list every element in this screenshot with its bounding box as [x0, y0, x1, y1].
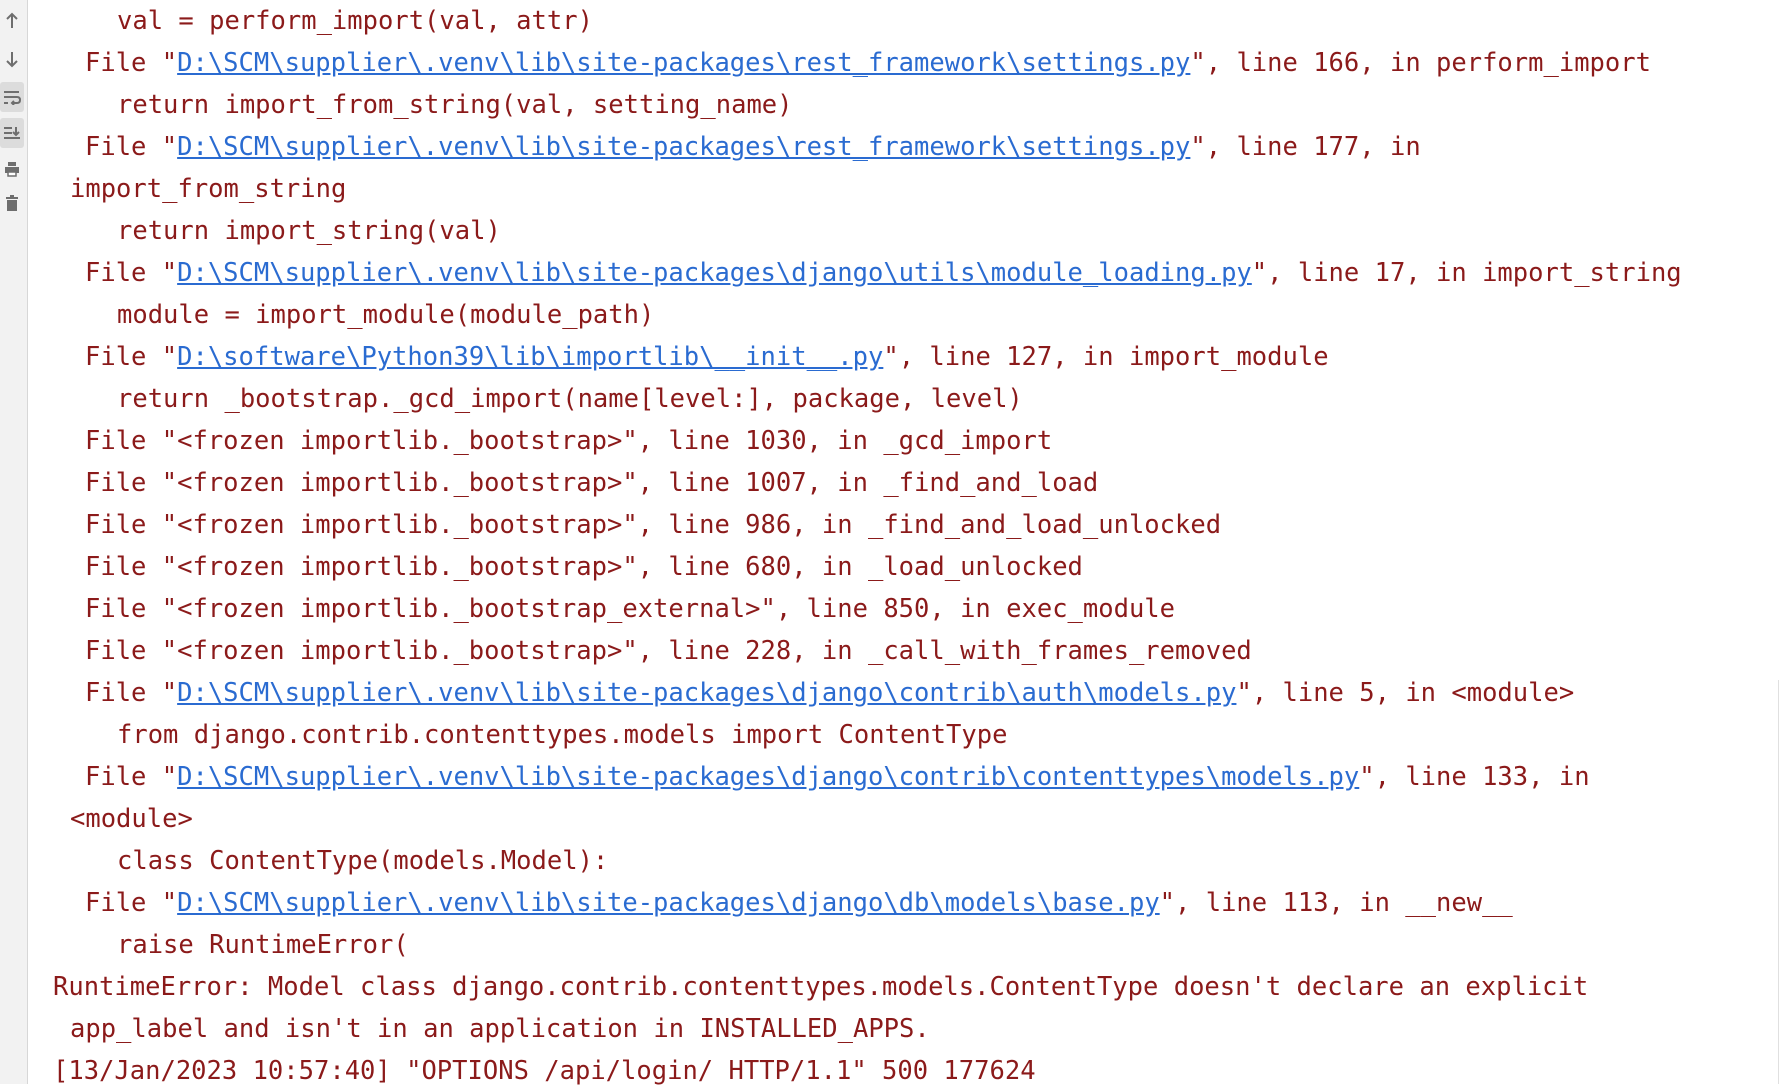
console-text: app_label and isn't in an application in… — [70, 1014, 930, 1044]
console-line: return _bootstrap._gcd_import(name[level… — [53, 378, 1789, 420]
console-text: <module> — [70, 804, 193, 834]
console-line: File "<frozen importlib._bootstrap>", li… — [53, 546, 1789, 588]
console-output: val = perform_import(val, attr) File "D:\… — [53, 0, 1789, 1092]
scroll-to-end-icon[interactable] — [0, 118, 24, 148]
console-text: File " — [85, 132, 178, 162]
console-line: File "<frozen importlib._bootstrap>", li… — [53, 630, 1789, 672]
console-text: [13/Jan/2023 10:57:40] "OPTIONS /api/log… — [53, 1056, 1036, 1086]
print-icon[interactable] — [0, 154, 24, 184]
console-line: class ContentType(models.Model): — [53, 840, 1789, 882]
console-text: File "<frozen importlib._bootstrap>", li… — [85, 468, 1099, 498]
scrollbar[interactable] — [1778, 680, 1789, 1084]
console-line: File "D:\SCM\supplier\.venv\lib\site-pac… — [53, 882, 1789, 924]
console-text: module = import_module(module_path) — [117, 300, 655, 330]
console-text: File " — [85, 762, 178, 792]
down-arrow-icon[interactable] — [0, 44, 24, 74]
console-line: import_from_string — [53, 168, 1789, 210]
console-text: File "<frozen importlib._bootstrap>", li… — [85, 510, 1222, 540]
file-path-link[interactable]: D:\SCM\supplier\.venv\lib\site-packages\… — [177, 762, 1359, 792]
console-text: File " — [85, 342, 178, 372]
file-path-link[interactable]: D:\software\Python39\lib\importlib\__ini… — [177, 342, 883, 372]
console-text: val = perform_import(val, attr) — [117, 6, 593, 36]
console-text: return import_from_string(val, setting_n… — [117, 90, 793, 120]
console-text: import_from_string — [70, 174, 347, 204]
file-path-link[interactable]: D:\SCM\supplier\.venv\lib\site-packages\… — [177, 258, 1252, 288]
console-text: File " — [85, 678, 178, 708]
console-line: <module> — [53, 798, 1789, 840]
console-text: File "<frozen importlib._bootstrap_exter… — [85, 594, 1176, 624]
trash-icon[interactable] — [0, 188, 24, 218]
console-line: raise RuntimeError( — [53, 924, 1789, 966]
file-path-link[interactable]: D:\SCM\supplier\.venv\lib\site-packages\… — [177, 678, 1236, 708]
console-line: File "D:\SCM\supplier\.venv\lib\site-pac… — [53, 756, 1789, 798]
console-text: ", line 5, in <module> — [1236, 678, 1575, 708]
console-text: from django.contrib.contenttypes.models … — [117, 720, 1008, 750]
soft-wrap-icon[interactable] — [0, 82, 24, 112]
console-text: File " — [85, 888, 178, 918]
console-text: ", line 177, in — [1190, 132, 1421, 162]
console-line: File "D:\software\Python39\lib\importlib… — [53, 336, 1789, 378]
console-line: from django.contrib.contenttypes.models … — [53, 714, 1789, 756]
console-text: return import_string(val) — [117, 216, 501, 246]
console-line: [13/Jan/2023 10:57:40] "OPTIONS /api/log… — [53, 1050, 1789, 1092]
console-text: ", line 17, in import_string — [1251, 258, 1682, 288]
file-path-link[interactable]: D:\SCM\supplier\.venv\lib\site-packages\… — [177, 888, 1160, 918]
console-line: return import_string(val) — [53, 210, 1789, 252]
console-text: ", line 166, in perform_import — [1190, 48, 1651, 78]
console-text: return _bootstrap._gcd_import(name[level… — [117, 384, 1023, 414]
console-text: ", line 127, in import_module — [883, 342, 1329, 372]
console-text: File " — [85, 258, 178, 288]
console-line: RuntimeError: Model class django.contrib… — [53, 966, 1789, 1008]
console-line: return import_from_string(val, setting_n… — [53, 84, 1789, 126]
console-text: class ContentType(models.Model): — [117, 846, 609, 876]
console-line: File "D:\SCM\supplier\.venv\lib\site-pac… — [53, 42, 1789, 84]
console-line: File "<frozen importlib._bootstrap>", li… — [53, 420, 1789, 462]
console-line: module = import_module(module_path) — [53, 294, 1789, 336]
console-toolbar — [0, 0, 28, 1084]
console-text: File " — [85, 48, 178, 78]
console-text: File "<frozen importlib._bootstrap>", li… — [85, 426, 1053, 456]
console-line: File "D:\SCM\supplier\.venv\lib\site-pac… — [53, 672, 1789, 714]
console-text: File "<frozen importlib._bootstrap>", li… — [85, 636, 1252, 666]
console-line: File "D:\SCM\supplier\.venv\lib\site-pac… — [53, 126, 1789, 168]
console-text: File "<frozen importlib._bootstrap>", li… — [85, 552, 1083, 582]
console-text: ", line 133, in — [1359, 762, 1590, 792]
console-line: app_label and isn't in an application in… — [53, 1008, 1789, 1050]
console-line: File "<frozen importlib._bootstrap>", li… — [53, 462, 1789, 504]
console-line: File "<frozen importlib._bootstrap>", li… — [53, 504, 1789, 546]
up-arrow-icon[interactable] — [0, 6, 24, 36]
console-text: RuntimeError: Model class django.contrib… — [53, 972, 1589, 1002]
console-line: File "<frozen importlib._bootstrap_exter… — [53, 588, 1789, 630]
console-line: val = perform_import(val, attr) — [53, 0, 1789, 42]
console-text: raise RuntimeError( — [117, 930, 409, 960]
console-text: ", line 113, in __new__ — [1159, 888, 1513, 918]
file-path-link[interactable]: D:\SCM\supplier\.venv\lib\site-packages\… — [177, 48, 1190, 78]
console-line: File "D:\SCM\supplier\.venv\lib\site-pac… — [53, 252, 1789, 294]
file-path-link[interactable]: D:\SCM\supplier\.venv\lib\site-packages\… — [177, 132, 1190, 162]
